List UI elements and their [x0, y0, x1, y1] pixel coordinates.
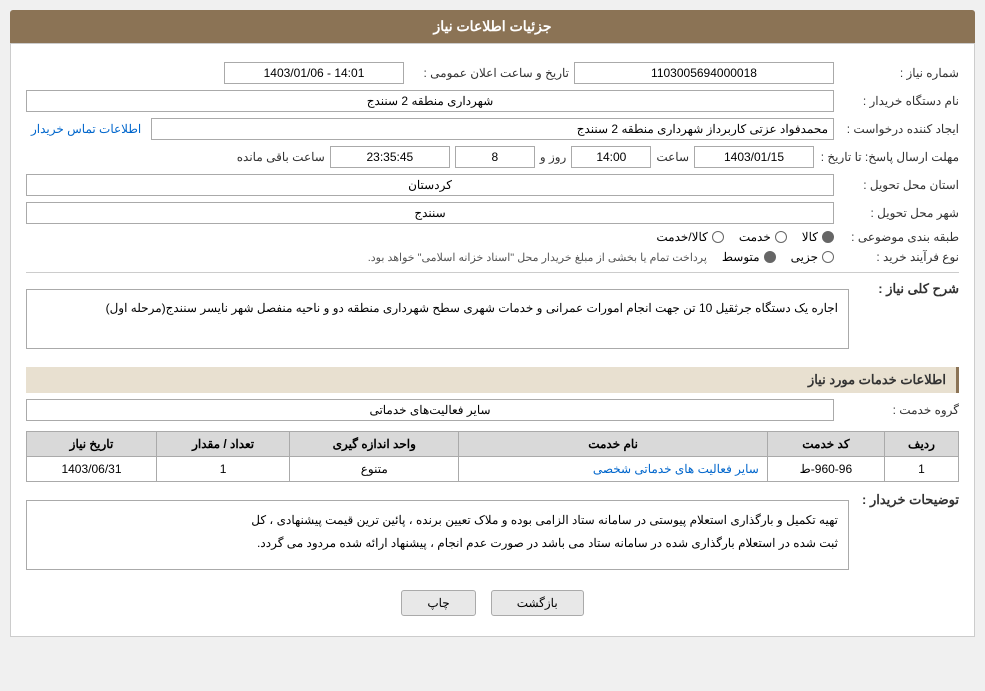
header-bar: جزئیات اطلاعات نیاز [10, 10, 975, 43]
noeFarayand-label: نوع فرآیند خرید : [839, 250, 959, 264]
ostan-value: کردستان [26, 174, 834, 196]
table-cell: سایر فعالیت های خدماتی شخصی [459, 457, 768, 482]
col-name: نام خدمت [459, 432, 768, 457]
tabaqe-kala-khadamat[interactable]: کالا/خدمت [656, 230, 723, 244]
tabaqe-kala[interactable]: کالا [802, 230, 834, 244]
farayand-jozi-label: جزیی [791, 250, 818, 264]
namDastgah-label: نام دستگاه خریدار : [839, 94, 959, 108]
shahr-label: شهر محل تحویل : [839, 206, 959, 220]
services-table-section: ردیف کد خدمت نام خدمت واحد اندازه گیری ت… [26, 431, 959, 482]
ijadKonande-value: محمدفواد عزتی کاربرداز شهرداری منطقه 2 س… [151, 118, 834, 140]
noeFarayand-note: پرداخت تمام یا بخشی از مبلغ خریدار محل "… [368, 251, 707, 264]
mohlatSaat-value: 14:00 [571, 146, 651, 168]
radio-jozi-icon [822, 251, 834, 263]
khadamat-section-header: اطلاعات خدمات مورد نیاز [26, 367, 959, 393]
farayand-jozi[interactable]: جزیی [791, 250, 834, 264]
mohlatDate-value: 1403/01/15 [694, 146, 814, 168]
table-cell: 1 [884, 457, 958, 482]
farayand-motavaset[interactable]: متوسط [722, 250, 776, 264]
col-qty: تعداد / مقدار [156, 432, 289, 457]
geroheKhadamat-label: گروه خدمت : [839, 403, 959, 417]
table-cell: متنوع [290, 457, 459, 482]
namDastgah-value: شهرداری منطقه 2 سنندج [26, 90, 834, 112]
geroheKhadamat-value: سایر فعالیت‌های خدماتی [26, 399, 834, 421]
tabaqe-kala-label: کالا [802, 230, 818, 244]
shomareNiaz-value: 1103005694000018 [574, 62, 834, 84]
noeFarayand-group: جزیی متوسط [722, 250, 834, 264]
tabaqe-kala-khadamat-label: کالا/خدمت [656, 230, 707, 244]
print-button[interactable]: چاپ [401, 590, 475, 616]
radio-motavaset-icon [764, 251, 776, 263]
radio-kala-icon [822, 231, 834, 243]
table-cell: 960-96-ط [767, 457, 884, 482]
mohlatSaatBaqi-label: ساعت باقی مانده [237, 150, 325, 164]
table-row: 1960-96-طسایر فعالیت های خدماتی شخصیمتنو… [27, 457, 959, 482]
table-cell: 1 [156, 457, 289, 482]
tabaqe-khadamat-label: خدمت [739, 230, 771, 244]
mohlatRooz-value: 8 [455, 146, 535, 168]
mohlatSaatBaqi-value: 23:35:45 [330, 146, 450, 168]
shomareNiaz-label: شماره نیاز : [839, 66, 959, 80]
sharhKoli-text: اجاره یک دستگاه جرثقیل 10 تن جهت انجام ا… [26, 289, 849, 349]
tarikheAelan-value: 1403/01/06 - 14:01 [224, 62, 404, 84]
tabaqe-khadamat[interactable]: خدمت [739, 230, 787, 244]
col-date: تاریخ نیاز [27, 432, 157, 457]
services-table: ردیف کد خدمت نام خدمت واحد اندازه گیری ت… [26, 431, 959, 482]
col-radif: ردیف [884, 432, 958, 457]
farayand-motavaset-label: متوسط [722, 250, 760, 264]
buttons-row: بازگشت چاپ [26, 590, 959, 626]
ostan-label: استان محل تحویل : [839, 178, 959, 192]
ijadKonande-link[interactable]: اطلاعات تماس خریدار [26, 122, 146, 136]
table-cell: 1403/06/31 [27, 457, 157, 482]
radio-khadamat-icon [775, 231, 787, 243]
page-title: جزئیات اطلاعات نیاز [433, 18, 551, 34]
tarikheAelan-label: تاریخ و ساعت اعلان عمومی : [409, 66, 569, 80]
tosih-line1: تهیه تکمیل و بارگذاری استعلام پیوستی در … [37, 509, 838, 532]
sharhKoli-label: شرح کلی نیاز : [859, 281, 959, 297]
col-unit: واحد اندازه گیری [290, 432, 459, 457]
tosih-line2: ثبت شده در استعلام بارگذاری شده در سامان… [37, 532, 838, 555]
tabaqeBandi-label: طبقه بندی موضوعی : [839, 230, 959, 244]
col-code: کد خدمت [767, 432, 884, 457]
tosihKharidar-label: توضیحات خریدار : [859, 492, 959, 508]
ijadKonande-label: ایجاد کننده درخواست : [839, 122, 959, 136]
mohlatSaat-label: ساعت [656, 150, 689, 164]
back-button[interactable]: بازگشت [491, 590, 584, 616]
mohlatRooz-label: روز و [540, 150, 567, 164]
tabaqe-group: کالا خدمت کالا/خدمت [656, 230, 834, 244]
tosihKharidar-text: تهیه تکمیل و بارگذاری استعلام پیوستی در … [26, 500, 849, 570]
shahr-value: سنندج [26, 202, 834, 224]
mohlatErsal-label: مهلت ارسال پاسخ: تا تاریخ : [819, 150, 959, 164]
radio-kala-khadamat-icon [712, 231, 724, 243]
